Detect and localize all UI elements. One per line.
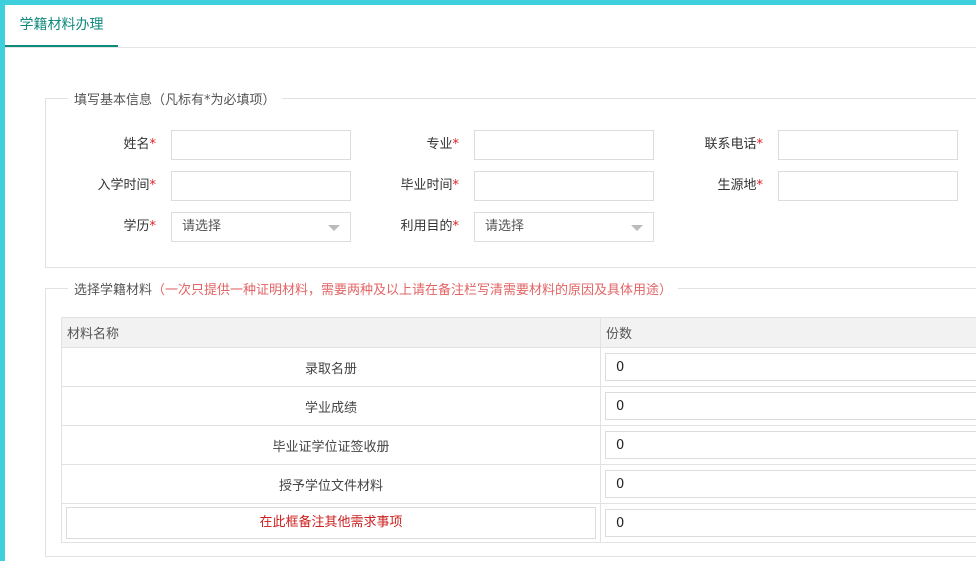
- quantity-input[interactable]: 0: [605, 431, 976, 459]
- table-header-row: 材料名称 份数: [61, 317, 976, 348]
- materials-section: 选择学籍材料（一次只提供一种证明材料，需要两种及以上请在备注栏写清需要材料的原因…: [45, 279, 976, 557]
- material-name: 学业成绩: [61, 386, 601, 426]
- tab-bar: 学籍材料办理: [5, 5, 976, 48]
- enroll-date-label: 入学时间*: [97, 178, 156, 193]
- phone-label: 联系电话*: [704, 137, 763, 152]
- material-name: 毕业证学位证签收册: [61, 425, 601, 465]
- enroll-date-input[interactable]: [171, 171, 351, 201]
- table-row: 在此框备注其他需求事项 0: [61, 503, 976, 543]
- graduation-date-input[interactable]: [474, 171, 654, 201]
- tab-student-records[interactable]: 学籍材料办理: [5, 5, 118, 47]
- materials-table: 材料名称 份数 录取名册 0 学业成绩 0 毕业证学位证签收册 0 授予学位文件…: [61, 317, 976, 543]
- basic-info-legend: 填写基本信息（凡标有*为必填项）: [74, 93, 276, 108]
- graduation-date-label: 毕业时间*: [400, 178, 459, 193]
- quantity-input[interactable]: 0: [605, 353, 976, 381]
- note-input[interactable]: 在此框备注其他需求事项: [66, 507, 596, 539]
- material-name: 授予学位文件材料: [61, 464, 601, 504]
- header-material-name: 材料名称: [61, 317, 601, 348]
- table-row: 学业成绩 0: [61, 386, 976, 426]
- table-row: 毕业证学位证签收册 0: [61, 425, 976, 465]
- materials-legend: 选择学籍材料（一次只提供一种证明材料，需要两种及以上请在备注栏写清需要材料的原因…: [74, 283, 673, 298]
- table-row: 录取名册 0: [61, 347, 976, 387]
- content-frame: 学籍材料办理 填写基本信息（凡标有*为必填项） 姓名* 专业* 联系电话* 入学…: [5, 5, 976, 561]
- purpose-select[interactable]: 请选择: [474, 212, 654, 242]
- materials-legend-note: （一次只提供一种证明材料，需要两种及以上请在备注栏写清需要材料的原因及具体用途）: [152, 283, 673, 298]
- chevron-down-icon: [328, 225, 340, 231]
- chevron-down-icon: [631, 225, 643, 231]
- table-row: 授予学位文件材料 0: [61, 464, 976, 504]
- purpose-label: 利用目的*: [400, 219, 459, 234]
- phone-input[interactable]: [778, 130, 958, 160]
- quantity-input[interactable]: 0: [605, 509, 976, 537]
- material-name: 录取名册: [61, 347, 601, 387]
- origin-label: 生源地*: [717, 178, 763, 193]
- education-label: 学历*: [123, 219, 156, 234]
- name-input[interactable]: [171, 130, 351, 160]
- major-label: 专业*: [426, 137, 459, 152]
- quantity-input[interactable]: 0: [605, 470, 976, 498]
- education-select[interactable]: 请选择: [171, 212, 351, 242]
- quantity-input[interactable]: 0: [605, 392, 976, 420]
- major-input[interactable]: [474, 130, 654, 160]
- purpose-select-value: 请选择: [485, 219, 525, 234]
- header-quantity: 份数: [600, 317, 976, 348]
- origin-input[interactable]: [778, 171, 958, 201]
- education-select-value: 请选择: [182, 219, 222, 234]
- name-label: 姓名*: [123, 137, 156, 152]
- basic-info-section: 填写基本信息（凡标有*为必填项） 姓名* 专业* 联系电话* 入学时间* 毕业时…: [45, 89, 976, 268]
